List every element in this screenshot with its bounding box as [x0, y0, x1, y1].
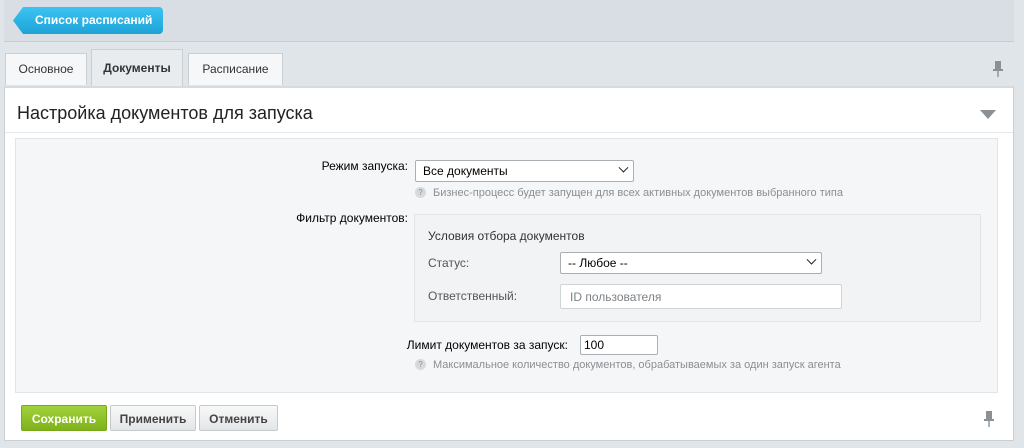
form-panel: Режим запуска: Все документы ? Бизнес-про…	[15, 138, 998, 393]
filter-box-title: Условия отбора документов	[428, 229, 585, 243]
settings-panel: Настройка документов для запуска Режим з…	[4, 86, 1014, 441]
save-button[interactable]: Сохранить	[21, 405, 107, 431]
collapse-arrow-icon[interactable]	[980, 110, 996, 119]
status-value: -- Любое --	[568, 256, 628, 270]
tab-schedule-label: Расписание	[202, 62, 269, 76]
pin-icon[interactable]	[991, 60, 1005, 78]
responsible-user-id-input[interactable]	[560, 284, 842, 309]
launch-mode-label: Режим запуска:	[321, 159, 408, 173]
status-label: Статус:	[428, 256, 470, 270]
document-filter-label: Фильтр документов:	[296, 211, 408, 225]
status-select[interactable]: -- Любое --	[560, 252, 822, 274]
responsible-label: Ответственный:	[428, 289, 518, 303]
help-icon: ?	[415, 187, 426, 198]
schedule-list-back-button[interactable]: Список расписаний	[13, 7, 163, 34]
document-filter-box: Условия отбора документов Статус: -- Люб…	[414, 214, 981, 322]
tab-main-label: Основное	[18, 62, 74, 76]
tab-schedule[interactable]: Расписание	[188, 53, 283, 85]
pin-icon[interactable]	[982, 410, 996, 428]
section-title: Настройка документов для запуска	[17, 103, 313, 123]
launch-mode-select[interactable]: Все документы	[415, 160, 634, 182]
launch-mode-hint-text: Бизнес-процесс будет запущен для всех ак…	[433, 187, 843, 199]
tab-documents-label: Документы	[103, 61, 171, 75]
tab-bar: Основное Документы Расписание	[4, 42, 1014, 86]
top-bar: Список расписаний	[4, 0, 1014, 42]
limit-hint-text: Максимальное количество документов, обра…	[433, 359, 841, 371]
launch-mode-value: Все документы	[423, 164, 508, 178]
cancel-button[interactable]: Отменить	[199, 405, 278, 431]
help-icon: ?	[415, 359, 426, 370]
tab-main[interactable]: Основное	[5, 53, 87, 85]
launch-mode-hint: ? Бизнес-процесс будет запущен для всех а…	[415, 187, 843, 199]
apply-button[interactable]: Применить	[110, 405, 196, 431]
divider	[5, 132, 1013, 133]
limit-hint: ? Максимальное количество документов, обр…	[415, 359, 841, 371]
limit-input[interactable]	[580, 335, 658, 355]
limit-label: Лимит документов за запуск:	[406, 338, 568, 352]
chevron-down-icon	[618, 162, 629, 173]
chevron-down-icon	[806, 254, 817, 265]
tab-documents[interactable]: Документы	[91, 49, 183, 86]
